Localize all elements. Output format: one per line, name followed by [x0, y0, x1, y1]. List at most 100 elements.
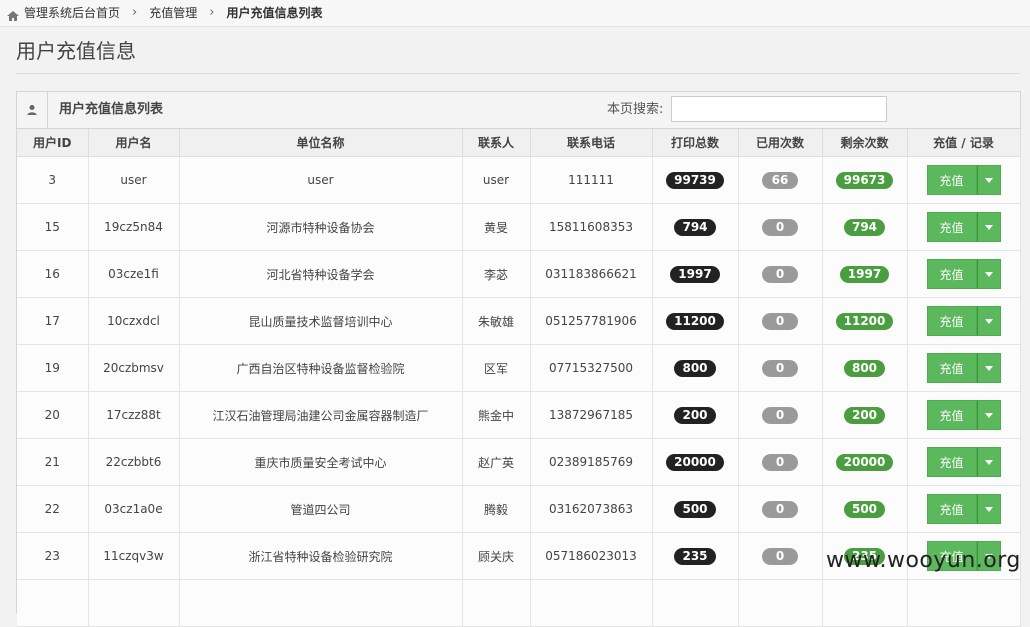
cell-user-id: 15 [17, 203, 89, 251]
total-badge: 11200 [666, 312, 724, 330]
chevron-right-icon: › [209, 5, 215, 20]
cell-username: 10czxdcl [87, 297, 180, 345]
remaining-badge: 794 [843, 218, 886, 236]
cell-remaining: 11200 [821, 297, 908, 345]
cell-contact: 腾毅 [461, 485, 531, 533]
header-user-id[interactable]: 用户ID [17, 129, 89, 157]
remaining-badge: 800 [843, 359, 886, 377]
table-header-row: 用户ID 用户名 单位名称 联系人 联系电话 打印总数 已用次数 剩余次数 充值… [17, 129, 1021, 157]
home-icon[interactable] [6, 7, 20, 21]
total-badge: 800 [674, 359, 716, 377]
cell-action: 充值 [906, 438, 1021, 486]
table-row [17, 579, 1021, 627]
remaining-badge: 11200 [835, 312, 894, 330]
cell-phone: 07715327500 [529, 344, 653, 392]
caret-down-icon [984, 459, 993, 465]
charge-button-group: 充值 [926, 494, 1001, 524]
header-org[interactable]: 单位名称 [178, 129, 463, 157]
charge-button[interactable]: 充值 [926, 494, 977, 524]
caret-down-icon [984, 412, 993, 418]
charge-button-group: 充值 [926, 212, 1001, 242]
header-username[interactable]: 用户名 [87, 129, 180, 157]
cell-username: 19cz5n84 [87, 203, 180, 251]
header-used[interactable]: 已用次数 [737, 129, 823, 157]
search-input[interactable] [671, 96, 887, 122]
cell-org: 广西自治区特种设备监督检验院 [178, 344, 463, 392]
used-badge: 0 [762, 218, 798, 236]
cell-action: 充值 [906, 297, 1021, 345]
used-badge: 0 [762, 265, 798, 283]
charge-button-group: 充值 [926, 306, 1001, 336]
cell-username: 03cze1fi [87, 250, 180, 298]
cell-contact: 赵广英 [461, 438, 531, 486]
cell-remaining: 1997 [821, 250, 908, 298]
cell-user-id: 17 [17, 297, 89, 345]
header-phone[interactable]: 联系电话 [529, 129, 653, 157]
recharge-panel: 用户充值信息列表 本页搜索: 用户ID 用户名 单位名称 联系人 联系电话 打印… [16, 91, 1021, 627]
total-badge: 235 [674, 547, 716, 565]
charge-button[interactable]: 充值 [926, 400, 977, 430]
charge-button[interactable]: 充值 [926, 259, 977, 289]
cell-total: 500 [651, 485, 739, 533]
cell-used: 0 [737, 297, 823, 345]
cell-action: 充值 [906, 203, 1021, 251]
used-badge: 0 [762, 406, 798, 424]
charge-button[interactable]: 充值 [926, 165, 977, 195]
charge-button[interactable]: 充值 [926, 353, 977, 383]
remaining-badge: 1997 [839, 265, 890, 283]
cell-user-id: 23 [17, 532, 89, 580]
records-dropdown-button[interactable] [976, 212, 1001, 242]
breadcrumb-home-link[interactable]: 管理系统后台首页 [24, 2, 120, 24]
records-dropdown-button[interactable] [976, 259, 1001, 289]
charge-button[interactable]: 充值 [926, 447, 977, 477]
panel-header: 用户充值信息列表 本页搜索: [17, 92, 1020, 129]
header-total[interactable]: 打印总数 [651, 129, 739, 157]
charge-button[interactable]: 充值 [926, 212, 977, 242]
charge-button[interactable]: 充值 [926, 306, 977, 336]
search-label: 本页搜索: [607, 102, 664, 117]
cell-username: 22czbbt6 [87, 438, 180, 486]
cell-total: 99739 [651, 156, 739, 204]
cell-username: user [87, 156, 180, 204]
records-dropdown-button[interactable] [976, 447, 1001, 477]
records-dropdown-button[interactable] [976, 353, 1001, 383]
cell-username: 03cz1a0e [87, 485, 180, 533]
panel-title: 用户充值信息列表 [59, 102, 164, 117]
breadcrumb-section-link[interactable]: 充值管理 [149, 2, 197, 24]
cell-org: 河源市特种设备协会 [178, 203, 463, 251]
cell-remaining: 500 [821, 485, 908, 533]
records-dropdown-button[interactable] [976, 306, 1001, 336]
cell-total: 1997 [651, 250, 739, 298]
cell-remaining [821, 579, 908, 627]
records-dropdown-button[interactable] [976, 400, 1001, 430]
cell-total: 235 [651, 532, 739, 580]
cell-phone: 02389185769 [529, 438, 653, 486]
cell-user-id: 21 [17, 438, 89, 486]
records-dropdown-button[interactable] [976, 494, 1001, 524]
cell-org: 江汉石油管理局油建公司金属容器制造厂 [178, 391, 463, 439]
cell-total: 20000 [651, 438, 739, 486]
caret-down-icon [984, 177, 993, 183]
header-contact[interactable]: 联系人 [461, 129, 531, 157]
cell-remaining: 200 [821, 391, 908, 439]
cell-used: 0 [737, 391, 823, 439]
cell-user-id: 3 [17, 156, 89, 204]
cell-used: 0 [737, 250, 823, 298]
cell-phone: 13872967185 [529, 391, 653, 439]
caret-down-icon [984, 506, 993, 512]
cell-phone: 15811608353 [529, 203, 653, 251]
header-remaining[interactable]: 剩余次数 [821, 129, 908, 157]
table-row: 22 03cz1a0e 管道四公司 腾毅 03162073863 500 0 500 充值 [17, 485, 1021, 533]
cell-contact: 李苾 [461, 250, 531, 298]
caret-down-icon [984, 271, 993, 277]
cell-action [906, 579, 1021, 627]
cell-org [178, 579, 463, 627]
cell-used: 0 [737, 485, 823, 533]
cell-username: 20czbmsv [87, 344, 180, 392]
used-badge: 0 [762, 547, 798, 565]
total-badge: 99739 [666, 171, 724, 189]
table-row: 15 19cz5n84 河源市特种设备协会 黄旻 15811608353 794 0 794 充… [17, 203, 1021, 251]
cell-used: 0 [737, 532, 823, 580]
cell-action: 充值 [906, 485, 1021, 533]
records-dropdown-button[interactable] [976, 165, 1001, 195]
